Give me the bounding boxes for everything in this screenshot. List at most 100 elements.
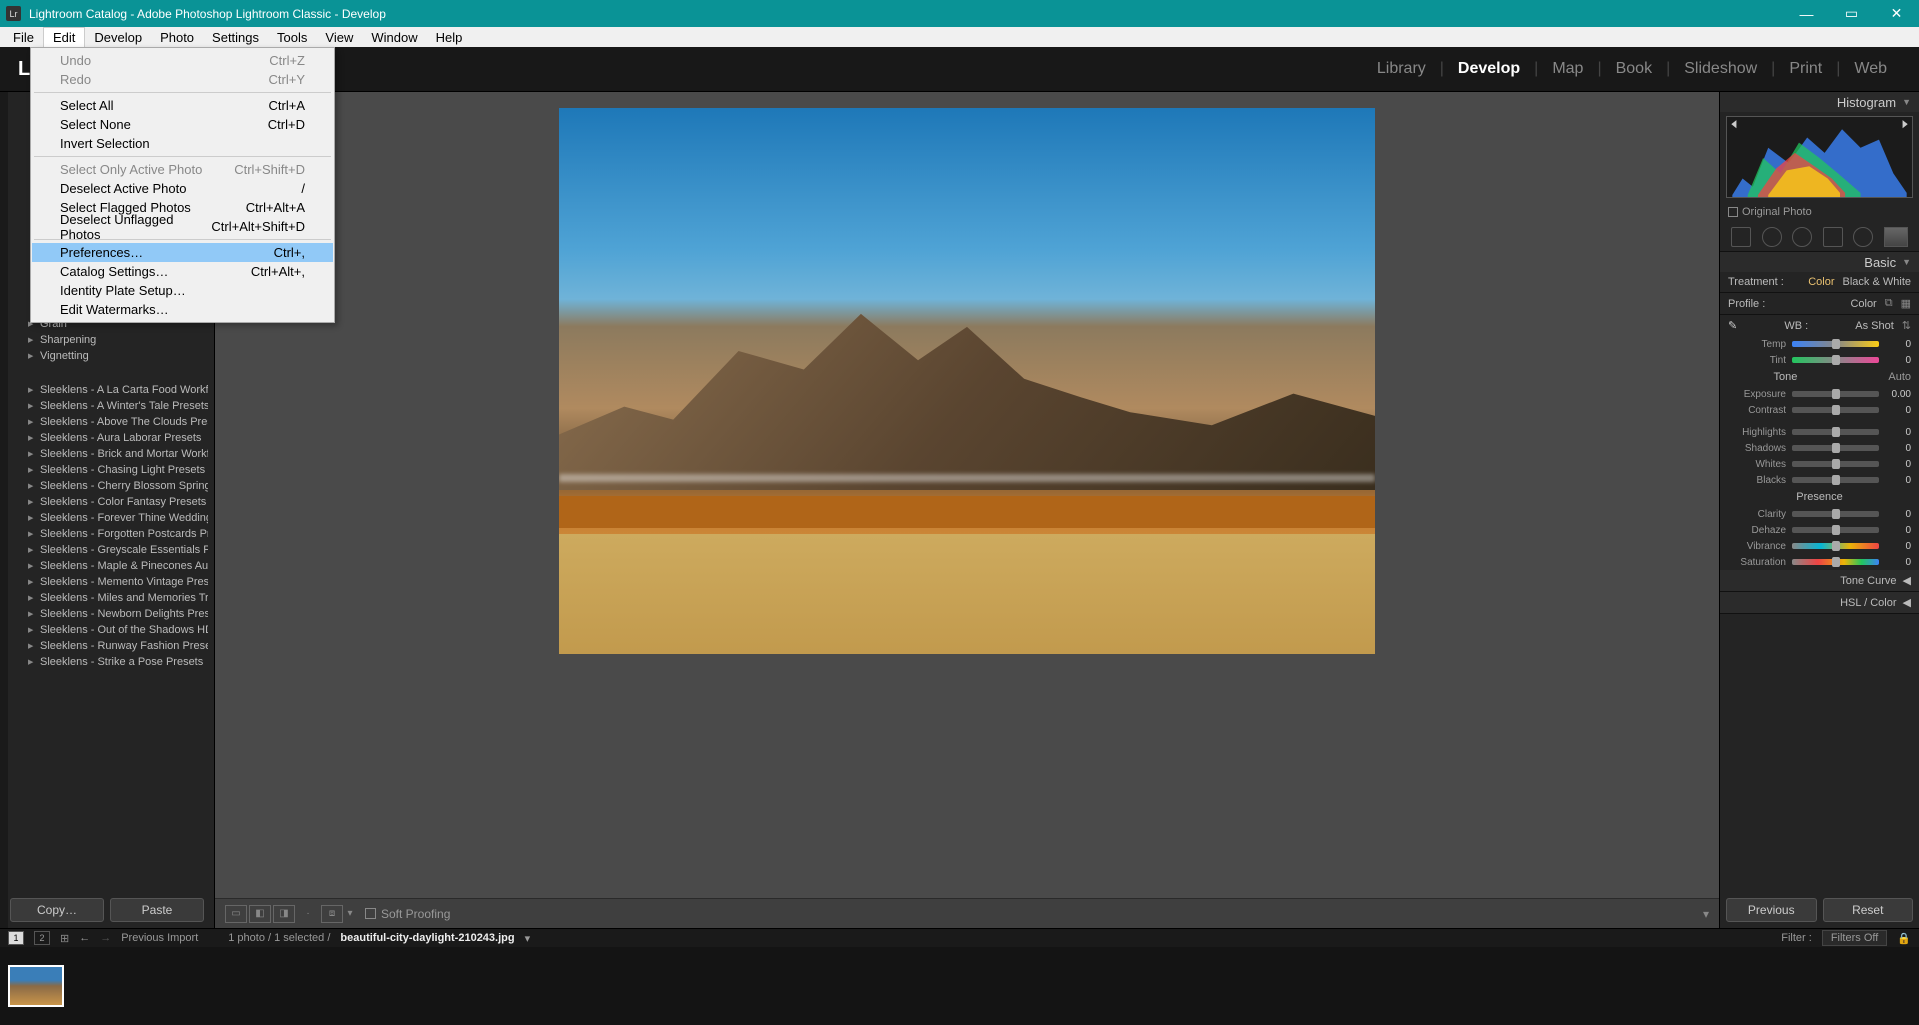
saturation-slider[interactable] bbox=[1792, 559, 1879, 565]
treatment-color[interactable]: Color bbox=[1808, 276, 1834, 288]
filter-lock-icon[interactable]: 🔒 bbox=[1897, 932, 1911, 945]
preset-folder[interactable]: Sleeklens - Miles and Memories Tra… bbox=[6, 590, 208, 606]
preset-folder[interactable]: Sleeklens - Forgotten Postcards Pre… bbox=[6, 526, 208, 542]
vibrance-slider[interactable] bbox=[1792, 543, 1879, 549]
profile-value[interactable]: Color bbox=[1850, 298, 1876, 310]
menu-select-all[interactable]: Select AllCtrl+A bbox=[32, 96, 333, 115]
menu-select-none[interactable]: Select NoneCtrl+D bbox=[32, 115, 333, 134]
preset-folder[interactable]: Sleeklens - A La Carta Food Workflo… bbox=[6, 382, 208, 398]
preset-folder[interactable]: Sleeklens - Memento Vintage Presets bbox=[6, 574, 208, 590]
menu-window[interactable]: Window bbox=[362, 28, 426, 47]
exposure-slider[interactable] bbox=[1792, 391, 1879, 397]
module-web[interactable]: Web bbox=[1840, 60, 1901, 78]
filename-dropdown-icon[interactable]: ▾ bbox=[525, 932, 531, 945]
grid-icon[interactable]: ⊞ bbox=[60, 932, 69, 945]
maximize-button[interactable]: ▭ bbox=[1829, 0, 1874, 27]
source-label[interactable]: Previous Import bbox=[121, 932, 198, 944]
menu-help[interactable]: Help bbox=[427, 28, 472, 47]
preset-folder[interactable]: Sleeklens - Newborn Delights Presets bbox=[6, 606, 208, 622]
tonecurve-header[interactable]: Tone Curve bbox=[1840, 575, 1896, 587]
menu-edit[interactable]: Edit bbox=[43, 27, 85, 47]
module-library[interactable]: Library bbox=[1363, 60, 1440, 78]
crop-tool-icon[interactable] bbox=[1731, 227, 1751, 247]
spot-tool-icon[interactable] bbox=[1762, 227, 1782, 247]
preset-group[interactable]: Vignetting bbox=[6, 348, 208, 364]
temp-slider[interactable] bbox=[1792, 341, 1879, 347]
menu-undo[interactable]: UndoCtrl+Z bbox=[32, 51, 333, 70]
tint-slider[interactable] bbox=[1792, 357, 1879, 363]
menu-identity-plate[interactable]: Identity Plate Setup… bbox=[32, 281, 333, 300]
menu-edit-watermarks[interactable]: Edit Watermarks… bbox=[32, 300, 333, 319]
whites-slider[interactable] bbox=[1792, 461, 1879, 467]
copy-button[interactable]: Copy… bbox=[10, 898, 104, 922]
menu-preferences[interactable]: Preferences…Ctrl+, bbox=[32, 243, 333, 262]
menu-view[interactable]: View bbox=[316, 28, 362, 47]
soft-proofing-checkbox[interactable]: Soft Proofing bbox=[365, 907, 450, 921]
before-after-yy-icon[interactable]: ⧈ bbox=[321, 905, 343, 923]
clarity-slider[interactable] bbox=[1792, 511, 1879, 517]
brush-tool-icon[interactable] bbox=[1884, 227, 1908, 247]
preset-folder[interactable]: Sleeklens - A Winter's Tale Presets bbox=[6, 398, 208, 414]
dropdown-icon[interactable]: ▾ bbox=[345, 905, 355, 923]
graduated-filter-icon[interactable] bbox=[1823, 227, 1843, 247]
preset-folder[interactable]: Sleeklens - Above The Clouds Presets bbox=[6, 414, 208, 430]
page-1-button[interactable]: 1 bbox=[8, 931, 24, 945]
main-photo[interactable] bbox=[559, 108, 1375, 654]
filter-dropdown[interactable]: Filters Off bbox=[1822, 930, 1887, 946]
menu-redo[interactable]: RedoCtrl+Y bbox=[32, 70, 333, 89]
module-slideshow[interactable]: Slideshow bbox=[1670, 60, 1771, 78]
hsl-header[interactable]: HSL / Color bbox=[1840, 597, 1896, 609]
preset-folder[interactable]: Sleeklens - Chasing Light Presets bbox=[6, 462, 208, 478]
profile-grid-icon[interactable]: ▦ bbox=[1901, 297, 1911, 310]
shadows-slider[interactable] bbox=[1792, 445, 1879, 451]
filmstrip[interactable] bbox=[0, 947, 1919, 1025]
preset-folder[interactable]: Sleeklens - Greyscale Essentials Pres… bbox=[6, 542, 208, 558]
preset-folder[interactable]: Sleeklens - Cherry Blossom Spring … bbox=[6, 478, 208, 494]
preset-folder[interactable]: Sleeklens - Brick and Mortar Workfl… bbox=[6, 446, 208, 462]
contrast-slider[interactable] bbox=[1792, 407, 1879, 413]
menu-invert-selection[interactable]: Invert Selection bbox=[32, 134, 333, 153]
preset-group[interactable]: Sharpening bbox=[6, 332, 208, 348]
module-book[interactable]: Book bbox=[1602, 60, 1666, 78]
dehaze-slider[interactable] bbox=[1792, 527, 1879, 533]
histogram-header[interactable]: Histogram bbox=[1837, 95, 1896, 110]
auto-button[interactable]: Auto bbox=[1888, 371, 1911, 383]
reset-button[interactable]: Reset bbox=[1823, 898, 1914, 922]
wb-value[interactable]: As Shot bbox=[1855, 320, 1894, 332]
filmstrip-thumbnail[interactable] bbox=[8, 965, 64, 1007]
preset-folder[interactable]: Sleeklens - Forever Thine Wedding … bbox=[6, 510, 208, 526]
paste-button[interactable]: Paste bbox=[110, 898, 204, 922]
original-photo-toggle[interactable]: Original Photo bbox=[1720, 202, 1919, 222]
menu-settings[interactable]: Settings bbox=[203, 28, 268, 47]
menu-deselect-active[interactable]: Deselect Active Photo/ bbox=[32, 179, 333, 198]
basic-header[interactable]: Basic bbox=[1864, 255, 1896, 270]
preset-folder[interactable]: Sleeklens - Out of the Shadows HD… bbox=[6, 622, 208, 638]
profile-dropdown-icon[interactable]: ⧉ bbox=[1885, 297, 1893, 310]
histogram-display[interactable] bbox=[1726, 116, 1913, 198]
module-map[interactable]: Map bbox=[1538, 60, 1597, 78]
menu-file[interactable]: File bbox=[4, 28, 43, 47]
menu-develop[interactable]: Develop bbox=[85, 28, 151, 47]
before-after-lr-icon[interactable]: ◧ bbox=[249, 905, 271, 923]
close-button[interactable]: ✕ bbox=[1874, 0, 1919, 27]
loupe-view-icon[interactable]: ▭ bbox=[225, 905, 247, 923]
page-2-button[interactable]: 2 bbox=[34, 931, 50, 945]
menu-select-only-active[interactable]: Select Only Active PhotoCtrl+Shift+D bbox=[32, 160, 333, 179]
back-arrow-icon[interactable]: ← bbox=[79, 932, 90, 944]
module-print[interactable]: Print bbox=[1775, 60, 1836, 78]
treatment-bw[interactable]: Black & White bbox=[1843, 276, 1911, 288]
blacks-slider[interactable] bbox=[1792, 477, 1879, 483]
preset-folder[interactable]: Sleeklens - Runway Fashion Presets bbox=[6, 638, 208, 654]
preset-folder[interactable]: Sleeklens - Maple & Pinecones Autu… bbox=[6, 558, 208, 574]
preset-folder[interactable]: Sleeklens - Strike a Pose Presets bbox=[6, 654, 208, 670]
menu-deselect-unflagged[interactable]: Deselect Unflagged PhotosCtrl+Alt+Shift+… bbox=[32, 217, 333, 236]
radial-filter-icon[interactable] bbox=[1853, 227, 1873, 247]
eyedropper-icon[interactable]: ✎ bbox=[1728, 319, 1737, 332]
preset-folder[interactable]: Sleeklens - Color Fantasy Presets bbox=[6, 494, 208, 510]
preset-folder[interactable]: Sleeklens - Aura Laborar Presets bbox=[6, 430, 208, 446]
minimize-button[interactable]: — bbox=[1784, 0, 1829, 27]
fwd-arrow-icon[interactable]: → bbox=[100, 932, 111, 944]
highlights-slider[interactable] bbox=[1792, 429, 1879, 435]
toolbar-menu[interactable]: ▾ bbox=[1703, 907, 1709, 921]
before-after-split-icon[interactable]: ◨ bbox=[273, 905, 295, 923]
